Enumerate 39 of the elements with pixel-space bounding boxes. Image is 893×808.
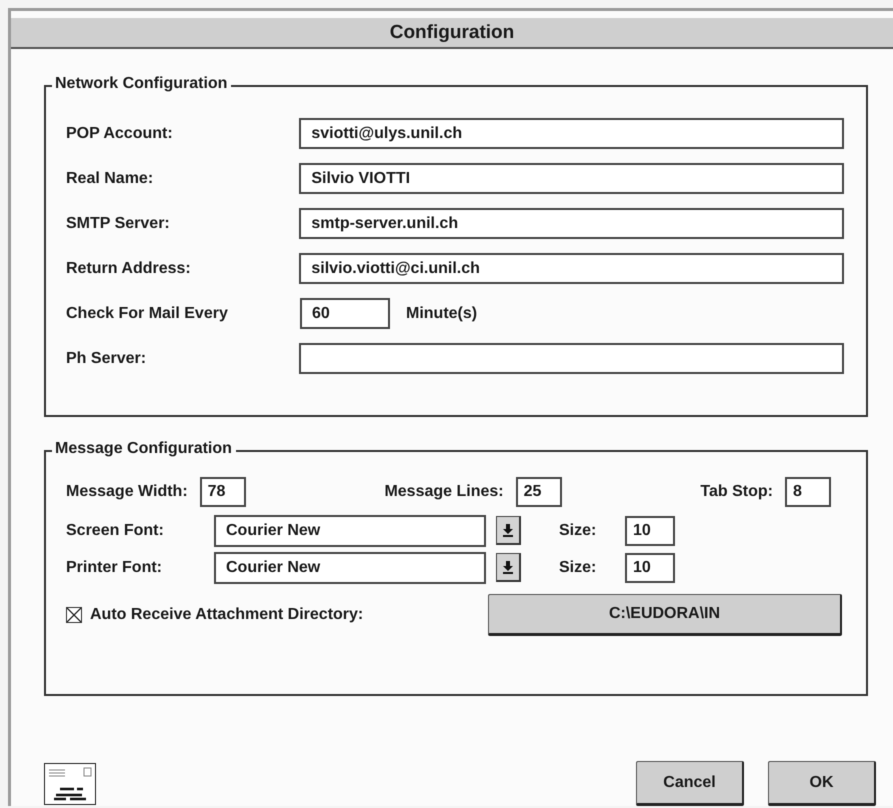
window-title: Configuration xyxy=(11,18,893,49)
checkbox-label: Auto Receive Attachment Directory: xyxy=(90,606,364,624)
field-label: Printer Font: xyxy=(66,558,163,576)
input-field[interactable]: Silvio VIOTTI xyxy=(299,163,844,194)
input-field[interactable]: 78 xyxy=(200,477,246,507)
input-field[interactable]: 60 xyxy=(300,298,390,329)
group-title: Message Configuration xyxy=(52,440,236,458)
group-title: Network Configuration xyxy=(52,75,232,93)
dropdown-button[interactable] xyxy=(496,516,521,545)
field-label: Return Address: xyxy=(66,260,192,278)
field-label: POP Account: xyxy=(66,124,174,142)
font-dropdown[interactable]: Courier New xyxy=(214,552,486,584)
down-arrow-icon xyxy=(503,560,513,574)
down-arrow-icon xyxy=(503,524,513,536)
input-field[interactable]: 25 xyxy=(516,477,562,507)
dialog-button[interactable]: OK xyxy=(768,761,876,806)
field-label: SMTP Server: xyxy=(66,214,171,232)
unit-label: Minute(s) xyxy=(406,304,478,322)
field-label: Message Width: xyxy=(66,483,188,501)
input-field[interactable]: 10 xyxy=(625,552,675,582)
input-field[interactable]: sviotti@ulys.unil.ch xyxy=(299,118,844,149)
input-field[interactable]: smtp-server.unil.ch xyxy=(299,208,844,239)
directory-button[interactable]: C:\EUDORA\IN xyxy=(488,594,842,636)
input-field[interactable]: silvio.viotti@ci.unil.ch xyxy=(299,253,844,284)
field-label: Size: xyxy=(559,558,598,576)
field-label: Real Name: xyxy=(66,170,154,188)
field-label: Screen Font: xyxy=(66,522,165,540)
input-field[interactable]: 8 xyxy=(784,477,831,507)
dropdown-button[interactable] xyxy=(496,553,521,582)
field-label: Ph Server: xyxy=(66,350,148,368)
field-label: Size: xyxy=(559,522,598,540)
field-label: Check For Mail Every xyxy=(66,304,229,322)
checkbox[interactable] xyxy=(66,607,82,623)
field-label: Message Lines: xyxy=(384,483,504,501)
font-dropdown[interactable]: Courier New xyxy=(214,514,486,546)
field-label: Tab Stop: xyxy=(700,483,773,501)
dialog-button[interactable]: Cancel xyxy=(636,761,744,806)
input-field[interactable] xyxy=(299,343,844,374)
input-field[interactable]: 10 xyxy=(625,516,675,546)
